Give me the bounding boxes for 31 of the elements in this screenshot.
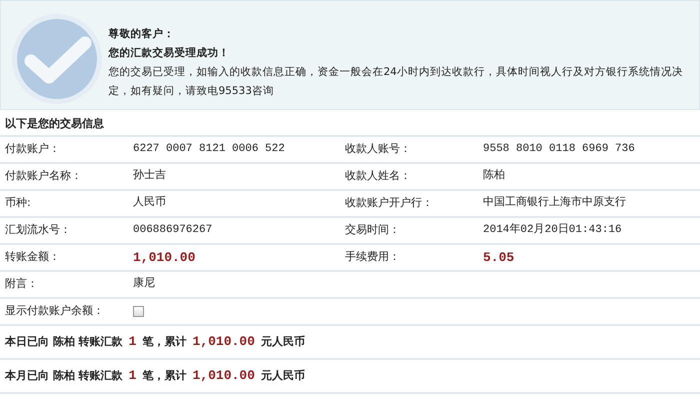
field-label: 收款人账号：: [345, 141, 412, 158]
field-label: 汇划流水号：: [4, 222, 72, 238]
section-title: 以下是您的交易信息: [0, 110, 700, 137]
field-label: 收款账户开户行：: [345, 195, 434, 212]
field-label: 转账金额：: [4, 249, 61, 266]
field-label: 手续费用：: [345, 249, 401, 266]
field-label: 交易时间：: [345, 222, 401, 238]
checkbox[interactable]: [133, 306, 144, 317]
summary-text: 本日已向 陈柏 转账汇款 1 笔，累计 1,010.00 元人民币: [5, 332, 305, 350]
field-value: 中国工商银行上海市中原支行: [483, 195, 627, 212]
field-value: 6227 0007 8121 0006 522: [133, 142, 286, 158]
field-value: 9558 8010 0118 6969 736: [483, 142, 636, 158]
field-value: 康尼: [133, 276, 156, 292]
field-label: 币种:: [4, 195, 32, 212]
field-value: 2014年02月20日01:43:16: [483, 222, 623, 238]
field-value: 人民币: [133, 195, 167, 212]
field-label: 付款账户：: [4, 141, 61, 158]
field-label: 付款账户名称：: [4, 168, 83, 184]
field-label: 显示付款账户余额：: [4, 303, 105, 320]
headline-text: 您的汇款交易受理成功！: [108, 46, 230, 61]
checkmark-icon: [11, 13, 103, 105]
field-value: 5.05: [483, 248, 516, 267]
greeting-text: 尊敬的客户：: [108, 26, 176, 42]
field-value: 006886976267: [133, 223, 214, 238]
field-value: 孙士吉: [133, 168, 167, 184]
field-label: 收款人姓名：: [345, 168, 412, 184]
summary-text: 本月已向 陈柏 转账汇款 1 笔，累计 1,010.00 元人民币: [5, 366, 305, 384]
notice-message: 您的交易已受理，如输入的收款信息正确，资金一般会在24小时内到达收款行，具体时间视人行及对方银行系统情况决定，如有疑问，请致电95533咨询: [108, 65, 684, 99]
field-value: 陈柏: [483, 168, 506, 184]
field-label: 附言：: [4, 276, 39, 292]
field-value: 1,010.00: [133, 248, 196, 267]
